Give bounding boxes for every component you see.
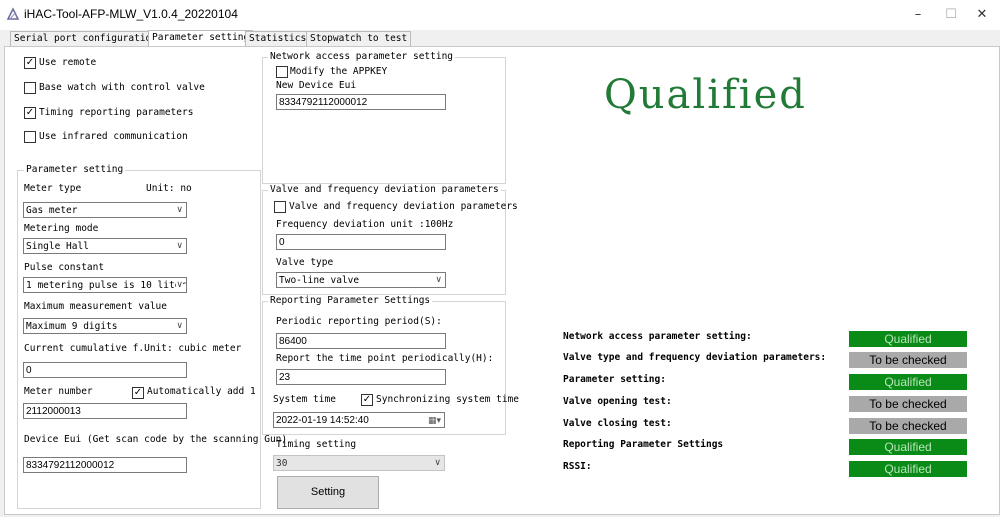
chevron-down-icon: ∨	[176, 205, 183, 215]
parameter-setting-title: Parameter setting	[24, 164, 126, 176]
valve-frequency-checkbox[interactable]	[274, 201, 286, 213]
sync-time-label: Synchronizing system time	[376, 394, 519, 405]
modify-appkey-checkbox[interactable]	[276, 66, 288, 78]
summary-valve-opening-badge: To be checked	[849, 396, 967, 412]
cumulative-label: Current cumulative f.Unit: cubic meter	[24, 343, 242, 354]
modify-appkey-label: Modify the APPKEY	[290, 66, 388, 77]
base-watch-label: Base watch with control valve	[39, 82, 205, 93]
sync-time-checkbox[interactable]: ✓	[361, 394, 373, 406]
timing-reporting-checkbox[interactable]: ✓	[24, 107, 36, 119]
unit-label: Unit: no	[146, 183, 192, 194]
summary-valve-opening-label: Valve opening test:	[563, 396, 672, 407]
cumulative-input[interactable]: 0	[23, 362, 187, 378]
summary-rssi-label: RSSI:	[563, 461, 592, 472]
timing-reporting-label: Timing reporting parameters	[39, 107, 194, 118]
valve-type-select[interactable]: Two-line valve ∨	[276, 272, 446, 288]
valve-frequency-label: Valve and frequency deviation parameters	[289, 201, 518, 212]
timepoint-label: Report the time point periodically(H):	[276, 353, 494, 364]
maximize-icon[interactable]: ☐	[941, 5, 961, 25]
reporting-group-title: Reporting Parameter Settings	[268, 295, 433, 307]
chevron-down-icon: ∨	[176, 241, 183, 251]
summary-valve-closing-badge: To be checked	[849, 418, 967, 434]
auto-add-checkbox[interactable]: ✓	[132, 387, 144, 399]
window-title: iHAC-Tool-AFP-MLW_V1.0.4_20220104	[24, 7, 238, 21]
overall-status: Qualified	[604, 72, 807, 118]
meter-type-label: Meter type	[24, 183, 82, 194]
summary-network-badge: Qualified	[849, 331, 967, 347]
device-eui-label: Device Eui (Get scan code by the scannin…	[24, 434, 288, 445]
tab-stopwatch-to-test[interactable]: Stopwatch to test	[306, 31, 412, 46]
infrared-checkbox[interactable]	[24, 131, 36, 143]
summary-parameter-label: Parameter setting:	[563, 374, 666, 385]
network-access-title: Network access parameter setting	[268, 51, 456, 63]
summary-reporting-label: Reporting Parameter Settings	[563, 439, 724, 450]
timing-setting-select[interactable]: 30 ∨	[273, 455, 445, 471]
frequency-input[interactable]: 0	[276, 234, 446, 250]
chevron-down-icon: ∨	[435, 275, 442, 285]
timepoint-input[interactable]: 23	[276, 369, 446, 385]
close-icon[interactable]: ✕	[972, 5, 992, 25]
chevron-down-icon: ∨	[176, 321, 183, 331]
pulse-constant-select[interactable]: 1 metering pulse is 10 liters ∨	[23, 277, 187, 293]
system-time-label: System time	[273, 394, 336, 405]
auto-add-label: Automatically add 1	[147, 386, 256, 397]
max-value-label: Maximum measurement value	[24, 301, 167, 312]
metering-mode-label: Metering mode	[24, 223, 99, 234]
meter-type-select[interactable]: Gas meter ∨	[23, 202, 187, 218]
chevron-down-icon: ∨	[176, 278, 183, 292]
base-watch-checkbox[interactable]	[24, 82, 36, 94]
valve-group-title: Valve and frequency deviation parameters	[268, 184, 501, 196]
summary-valve-type-badge: To be checked	[849, 352, 967, 368]
calendar-icon[interactable]: ▦▾	[428, 413, 441, 427]
summary-valve-closing-label: Valve closing test:	[563, 418, 672, 429]
metering-mode-select[interactable]: Single Hall ∨	[23, 238, 187, 254]
summary-reporting-badge: Qualified	[849, 439, 967, 455]
tab-serial-port-configuration[interactable]: Serial port configuration	[10, 31, 161, 46]
datetime-picker[interactable]: 2022-01-19 14:52:40 ▦▾	[273, 412, 445, 428]
pulse-constant-label: Pulse constant	[24, 262, 105, 273]
chevron-down-icon: ∨	[434, 458, 441, 468]
valve-type-label: Valve type	[276, 257, 334, 268]
timing-setting-label: Timing setting	[276, 439, 357, 450]
summary-rssi-badge: Qualified	[849, 461, 967, 477]
max-value-select[interactable]: Maximum 9 digits ∨	[23, 318, 187, 334]
summary-parameter-badge: Qualified	[849, 374, 967, 390]
setting-button[interactable]: Setting	[277, 476, 379, 509]
device-eui-input[interactable]: 8334792112000012	[23, 457, 187, 473]
use-remote-label: Use remote	[39, 57, 97, 68]
datetime-value: 2022-01-19 14:52:40	[276, 415, 369, 426]
tab-statistics[interactable]: Statistics	[245, 31, 311, 46]
tab-parameter-setting[interactable]: Parameter setting	[148, 30, 254, 47]
meter-number-input[interactable]: 2112000013	[23, 403, 187, 419]
minimize-icon[interactable]: –	[908, 5, 928, 25]
app-icon	[6, 7, 20, 20]
infrared-label: Use infrared communication	[39, 131, 188, 142]
new-eui-input[interactable]: 8334792112000012	[276, 94, 446, 110]
period-input[interactable]: 86400	[276, 333, 446, 349]
summary-valve-type-label: Valve type and frequency deviation param…	[563, 352, 827, 363]
summary-network-label: Network access parameter setting:	[563, 331, 752, 342]
frequency-unit-label: Frequency deviation unit :100Hz	[276, 219, 454, 230]
meter-number-label: Meter number	[24, 386, 93, 397]
new-eui-label: New Device Eui	[276, 80, 357, 91]
use-remote-checkbox[interactable]: ✓	[24, 57, 36, 69]
period-label: Periodic reporting period(S):	[276, 316, 442, 327]
